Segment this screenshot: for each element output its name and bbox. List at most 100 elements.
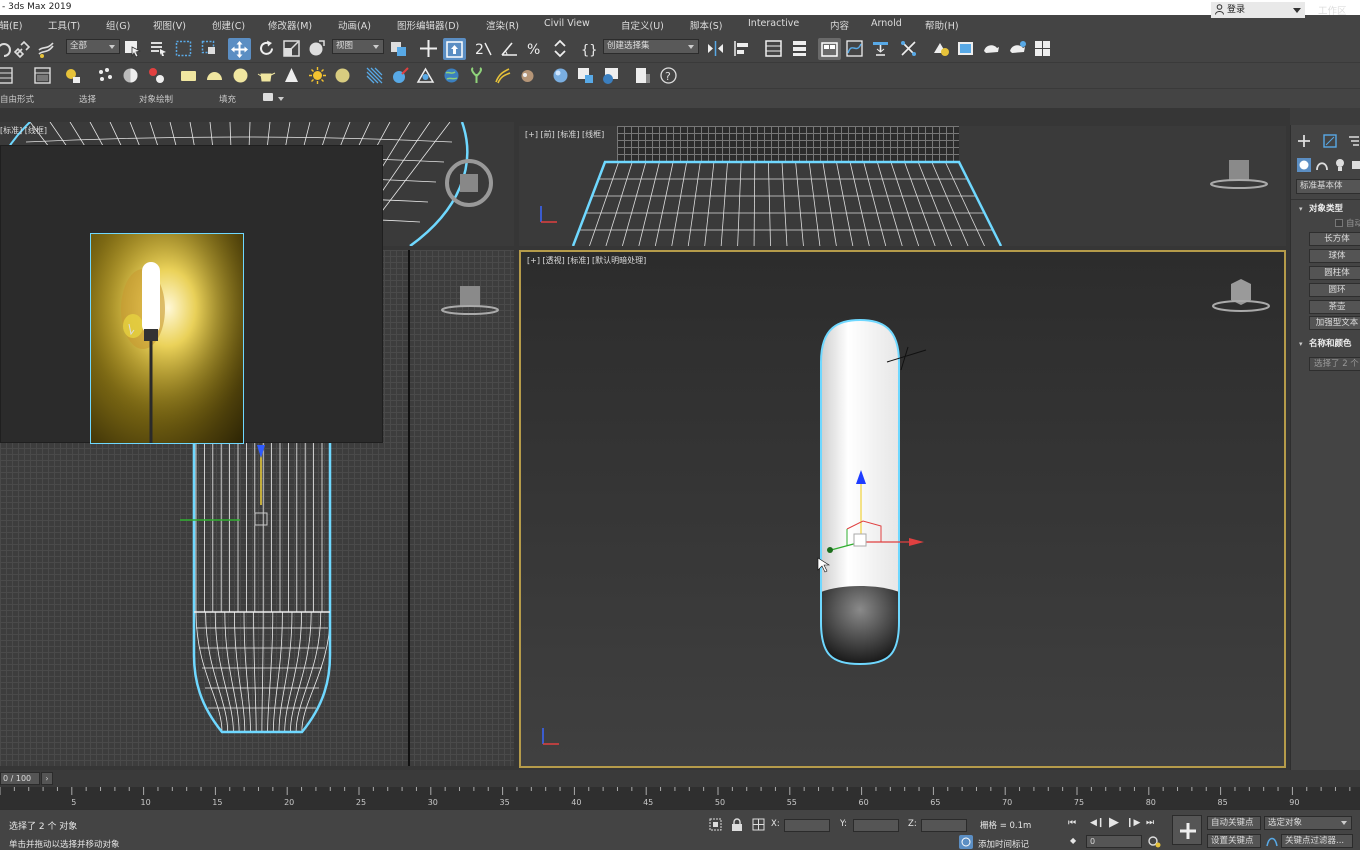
render-frame-icon[interactable] xyxy=(576,66,595,85)
paint-objects-icon[interactable] xyxy=(391,66,410,85)
scale-icon[interactable] xyxy=(282,39,301,58)
menu-item[interactable]: 动画(A) xyxy=(338,18,371,32)
reaction-manager-icon[interactable] xyxy=(121,66,140,85)
light-lister-icon[interactable] xyxy=(63,66,82,85)
menu-item[interactable]: Interactive xyxy=(748,18,799,29)
scatter-icon[interactable] xyxy=(365,66,384,85)
previous-frame-icon[interactable]: ◀❙ xyxy=(1090,818,1104,828)
curve-editor-icon[interactable] xyxy=(845,39,864,58)
sign-in-dropdown[interactable]: 登录 xyxy=(1211,2,1305,18)
container-icon[interactable] xyxy=(33,66,52,85)
undo-icon[interactable] xyxy=(0,40,13,59)
add-time-tag-text[interactable]: 添加时间标记 xyxy=(978,838,1029,850)
key-filters-button[interactable]: 关键点过滤器... xyxy=(1281,834,1353,848)
auto-key-button[interactable]: 自动关键点 xyxy=(1207,816,1261,830)
sphere-icon[interactable] xyxy=(231,66,250,85)
current-frame-field[interactable]: 0 xyxy=(1086,835,1142,848)
set-key-mode-button[interactable]: 设置关键点 xyxy=(1207,834,1261,848)
lock-icon[interactable] xyxy=(731,818,743,831)
sun-light-icon[interactable] xyxy=(308,66,327,85)
cloth-icon[interactable] xyxy=(518,66,537,85)
autogrid-checkbox[interactable] xyxy=(1335,219,1343,227)
play-icon[interactable]: ▶ xyxy=(1109,815,1119,830)
hemisphere-icon[interactable] xyxy=(205,66,224,85)
render-production-icon[interactable] xyxy=(982,39,1001,58)
lights-category-icon[interactable] xyxy=(1333,158,1347,172)
steering-wheel-icon[interactable] xyxy=(442,156,496,210)
help-icon[interactable]: ? xyxy=(659,66,678,85)
select-and-move-button[interactable] xyxy=(228,38,251,60)
ribbon-tab-freeform[interactable]: 自由形式 xyxy=(0,93,34,105)
rotate-icon[interactable] xyxy=(257,39,276,58)
hair-icon[interactable] xyxy=(493,66,512,85)
place-icon[interactable] xyxy=(307,39,326,58)
a360-gallery-icon[interactable] xyxy=(1033,39,1052,58)
layer-toolbar-icon[interactable] xyxy=(0,66,15,85)
reference-coordinate-dropdown[interactable]: 视图 xyxy=(332,39,384,54)
go-to-start-icon[interactable]: ⏮ xyxy=(1068,818,1076,828)
scene-explorer-icon[interactable] xyxy=(764,39,783,58)
x-coordinate-field[interactable] xyxy=(784,819,830,832)
rollout-object-type[interactable]: 对象类型 xyxy=(1309,202,1343,214)
teapot-button[interactable]: 茶壶 xyxy=(1309,300,1360,314)
sphere-button[interactable]: 球体 xyxy=(1309,249,1360,263)
cylinder-button[interactable]: 圆柱体 xyxy=(1309,266,1360,280)
material-sphere-icon[interactable] xyxy=(551,66,570,85)
menu-item[interactable]: 创建(C) xyxy=(212,18,245,32)
viewport-perspective[interactable]: [+] [透视] [标准] [默认明暗处理] xyxy=(519,250,1286,768)
viewcube-left-icon[interactable] xyxy=(440,282,502,318)
menu-item[interactable]: 脚本(S) xyxy=(690,18,722,32)
viewcube-icon[interactable] xyxy=(1209,156,1271,192)
globe-icon[interactable] xyxy=(442,66,461,85)
selection-filter-dropdown[interactable]: 全部 xyxy=(66,39,120,54)
menu-item[interactable]: 帮助(H) xyxy=(925,18,959,32)
chevron-right-icon[interactable]: › xyxy=(41,772,53,785)
isolate-selection-icon[interactable] xyxy=(709,818,722,831)
rollout-expand-icon[interactable]: ▾ xyxy=(1299,340,1303,348)
menu-item[interactable]: 视图(V) xyxy=(153,18,186,32)
bind-spacewarp-icon[interactable] xyxy=(37,40,56,59)
ribbon-tab-object-paint[interactable]: 对象绘制 xyxy=(139,93,173,105)
menu-item[interactable]: 图形编辑器(D) xyxy=(397,18,459,32)
link-icon[interactable] xyxy=(13,40,32,59)
shapes-category-icon[interactable] xyxy=(1315,158,1329,172)
ribbon-tab-populate[interactable]: 填充 xyxy=(219,93,236,105)
geometry-icon[interactable] xyxy=(416,66,435,85)
menu-item[interactable]: 自定义(U) xyxy=(621,18,664,32)
torus-button[interactable]: 圆环 xyxy=(1309,283,1360,297)
material-editor-icon[interactable] xyxy=(899,39,918,58)
skylight-icon[interactable] xyxy=(333,66,352,85)
rendered-frame-window[interactable] xyxy=(0,145,383,444)
next-frame-icon[interactable]: ❙▶ xyxy=(1126,818,1140,828)
menu-item[interactable]: 组(G) xyxy=(106,18,130,32)
window-crossing-icon[interactable] xyxy=(200,39,219,58)
create-panel-icon[interactable] xyxy=(1297,134,1311,148)
key-mode-icon[interactable]: ◆ xyxy=(1070,836,1076,845)
layer-explorer-icon[interactable] xyxy=(790,39,809,58)
edit-named-selection-icon[interactable]: {} xyxy=(580,39,599,58)
go-to-end-icon[interactable]: ⏭ xyxy=(1146,818,1154,828)
spinner-snap-icon[interactable] xyxy=(551,39,570,58)
percent-snap-icon[interactable]: % xyxy=(526,39,545,58)
viewport-top-label[interactable]: [标准] [线框] xyxy=(0,125,47,136)
snap-toggle-icon[interactable]: 2 xyxy=(474,39,493,58)
rendered-frame-window-icon[interactable] xyxy=(956,39,975,58)
keyboard-shortcut-toggle[interactable] xyxy=(443,38,466,60)
workspace-label[interactable]: 工作区 xyxy=(1318,3,1347,17)
menu-item[interactable]: 工具(T) xyxy=(48,18,80,32)
track-bar[interactable]: 5101520253035404550556065707580859095 xyxy=(0,787,1360,809)
geometry-category-icon[interactable] xyxy=(1297,158,1311,172)
ribbon-tab-selection[interactable]: 选择 xyxy=(79,93,96,105)
wire-parameters-icon[interactable] xyxy=(147,66,166,85)
rollout-expand-icon[interactable]: ▾ xyxy=(1299,205,1303,213)
viewcube-perspective-icon[interactable] xyxy=(1211,276,1273,316)
mirror-icon[interactable] xyxy=(706,39,725,58)
menu-item[interactable]: 修改器(M) xyxy=(268,18,312,32)
z-coordinate-field[interactable] xyxy=(921,819,967,832)
object-name-field[interactable]: 选择了 2 个 xyxy=(1309,357,1360,371)
select-object-icon[interactable] xyxy=(123,39,142,58)
schematic-view-icon[interactable] xyxy=(871,39,890,58)
text-plus-button[interactable]: 加强型文本 xyxy=(1309,316,1360,330)
object-category-dropdown[interactable]: 标准基本体 xyxy=(1296,179,1360,194)
time-config-icon[interactable] xyxy=(1148,835,1161,848)
